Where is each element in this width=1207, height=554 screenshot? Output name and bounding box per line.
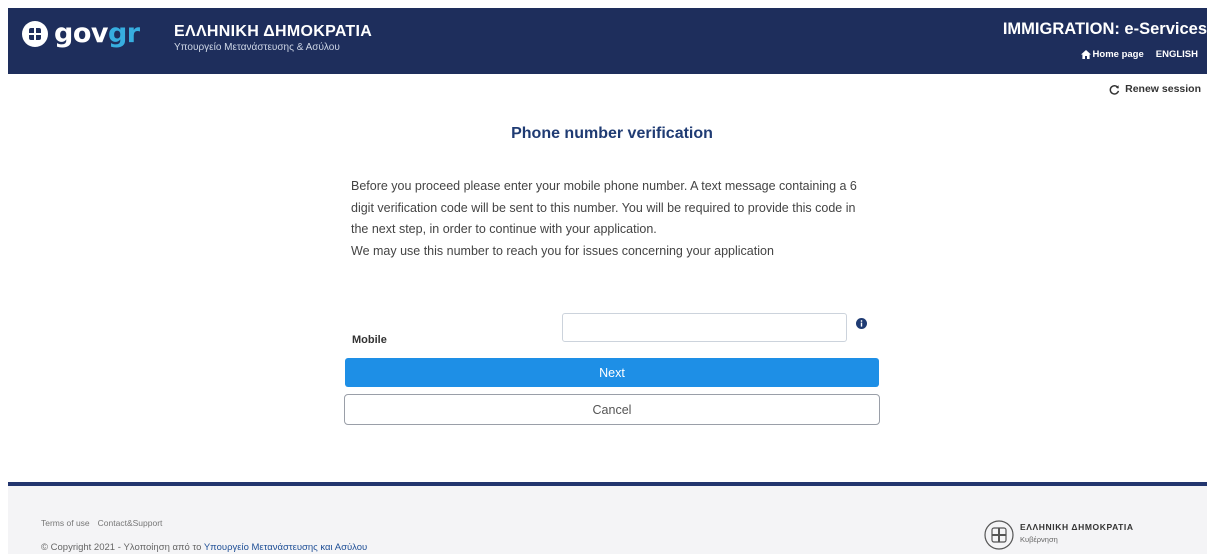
- home-page-label: Home page: [1092, 49, 1144, 60]
- footer-links: Terms of use Contact&Support: [41, 518, 162, 528]
- gov-logo-accent: gr: [107, 18, 140, 49]
- cancel-button[interactable]: Cancel: [344, 394, 880, 425]
- contact-support-link[interactable]: Contact&Support: [98, 518, 163, 528]
- footer-org: ΕΛΛΗΝΙΚΗ ΔΗΜΟΚΡΑΤΙΑ Κυβέρνηση: [1020, 522, 1134, 544]
- copyright-text: © Copyright 2021 - Υλοποίηση από το: [41, 542, 204, 553]
- intro-paragraph: Before you proceed please enter your mob…: [351, 179, 857, 236]
- top-header: govgr ΕΛΛΗΝΙΚΗ ΔΗΜΟΚΡΑΤΙΑ Υπουργείο Μετα…: [8, 8, 1207, 74]
- coat-of-arms-icon: [22, 21, 48, 47]
- gov-logo-text: govgr: [54, 18, 140, 49]
- info-icon[interactable]: [856, 318, 867, 329]
- renew-session-link[interactable]: Renew session: [1109, 83, 1201, 95]
- refresh-icon: [1109, 84, 1120, 95]
- coat-of-arms-icon: [984, 520, 1014, 550]
- home-icon: [1080, 50, 1091, 59]
- org-subtitle: Υπουργείο Μετανάστευσης & Ασύλου: [174, 42, 340, 53]
- intro-note: We may use this number to reach you for …: [351, 243, 774, 258]
- copyright: © Copyright 2021 - Υλοποίηση από το Υπου…: [41, 542, 367, 553]
- home-page-link[interactable]: Home page: [1080, 49, 1144, 60]
- org-title: ΕΛΛΗΝΙΚΗ ΔΗΜΟΚΡΑΤΙΑ: [174, 23, 373, 40]
- next-button[interactable]: Next: [345, 358, 879, 387]
- ministry-block: ΕΛΛΗΝΙΚΗ ΔΗΜΟΚΡΑΤΙΑ Υπουργείο Μετανάστευ…: [174, 23, 372, 53]
- renew-session-label: Renew session: [1125, 83, 1201, 95]
- page-title: Phone number verification: [511, 125, 713, 142]
- ministry-link[interactable]: Υπουργείο Μετανάστευσης και Ασύλου: [204, 542, 367, 553]
- mobile-input[interactable]: [562, 313, 847, 342]
- service-title: IMMIGRATION: e-Services: [1002, 20, 1207, 38]
- footer-org-title: ΕΛΛΗΝΙΚΗ ΔΗΜΟΚΡΑΤΙΑ: [1020, 522, 1134, 532]
- mobile-label: Mobile: [352, 334, 387, 346]
- footer: Terms of use Contact&Support © Copyright…: [8, 482, 1207, 554]
- intro-text: Before you proceed please enter your mob…: [351, 176, 861, 262]
- language-switch[interactable]: ENGLISH: [1156, 49, 1198, 60]
- header-links: Home page ENGLISH: [1080, 49, 1198, 60]
- footer-org-subtitle: Κυβέρνηση: [1020, 535, 1058, 544]
- terms-of-use-link[interactable]: Terms of use: [41, 518, 90, 528]
- gov-logo[interactable]: govgr: [22, 18, 140, 49]
- gov-logo-main: gov: [54, 18, 108, 49]
